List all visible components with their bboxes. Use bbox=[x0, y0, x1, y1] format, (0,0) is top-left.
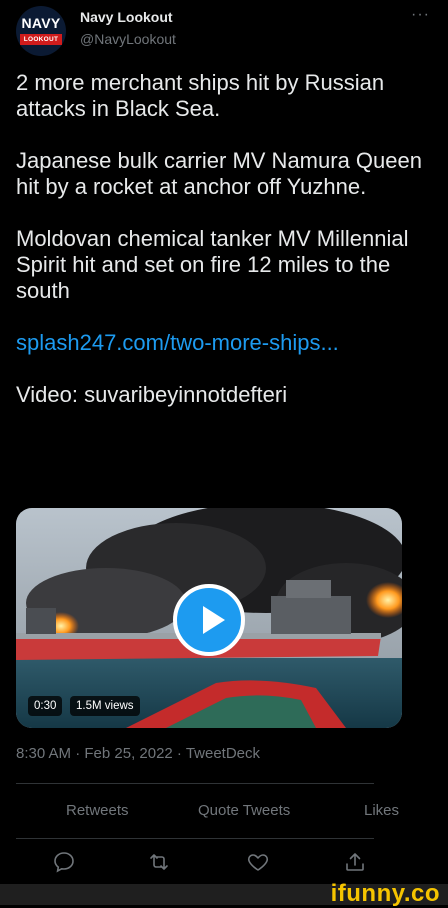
play-button[interactable] bbox=[173, 584, 245, 656]
watermark-bar: ifunny.co bbox=[0, 880, 448, 907]
like-icon[interactable] bbox=[246, 850, 270, 874]
retweet-icon[interactable] bbox=[147, 850, 171, 874]
tweet-paragraph: Japanese bulk carrier MV Namura Queen hi… bbox=[16, 148, 422, 199]
tweet-timestamp[interactable]: 8:30 AM · Feb 25, 2022 · TweetDeck bbox=[16, 745, 260, 762]
divider bbox=[16, 838, 374, 839]
retweets-stat[interactable]: Retweets bbox=[66, 802, 129, 819]
tweet-paragraph: Moldovan chemical tanker MV Millennial S… bbox=[16, 226, 409, 303]
tweet-body: 2 more merchant ships hit by Russian att… bbox=[16, 70, 426, 434]
quote-tweets-stat[interactable]: Quote Tweets bbox=[198, 802, 290, 819]
more-horizontal-icon[interactable]: ··· bbox=[411, 6, 430, 24]
video-views-badge: 1.5M views bbox=[70, 696, 140, 716]
tweet-paragraph: 2 more merchant ships hit by Russian att… bbox=[16, 70, 385, 121]
tweet-paragraph: Video: suvaribeyinnotdefteri bbox=[16, 382, 288, 407]
tweet-header: NAVY LOOKOUT Navy Lookout @NavyLookout ·… bbox=[16, 6, 432, 56]
action-bar bbox=[0, 850, 448, 884]
engagement-stats: Retweets Quote Tweets Likes bbox=[16, 802, 416, 822]
video-duration-badge: 0:30 bbox=[28, 696, 63, 716]
video-player[interactable]: 0:30 1.5M views bbox=[16, 508, 402, 728]
avatar-logo-subtext: LOOKOUT bbox=[20, 34, 62, 45]
likes-stat[interactable]: Likes bbox=[364, 802, 399, 819]
share-icon[interactable] bbox=[343, 850, 367, 874]
watermark-logo: ifunny.co bbox=[330, 880, 440, 907]
tweet-link[interactable]: splash247.com/two-more-ships... bbox=[16, 330, 426, 356]
avatar-logo-text: NAVY bbox=[21, 15, 61, 31]
author-handle[interactable]: @NavyLookout bbox=[80, 31, 176, 47]
play-icon bbox=[203, 606, 225, 634]
reply-icon[interactable] bbox=[52, 850, 76, 874]
avatar[interactable]: NAVY LOOKOUT bbox=[16, 6, 66, 56]
author-display-name[interactable]: Navy Lookout bbox=[80, 9, 173, 25]
divider bbox=[16, 783, 374, 784]
